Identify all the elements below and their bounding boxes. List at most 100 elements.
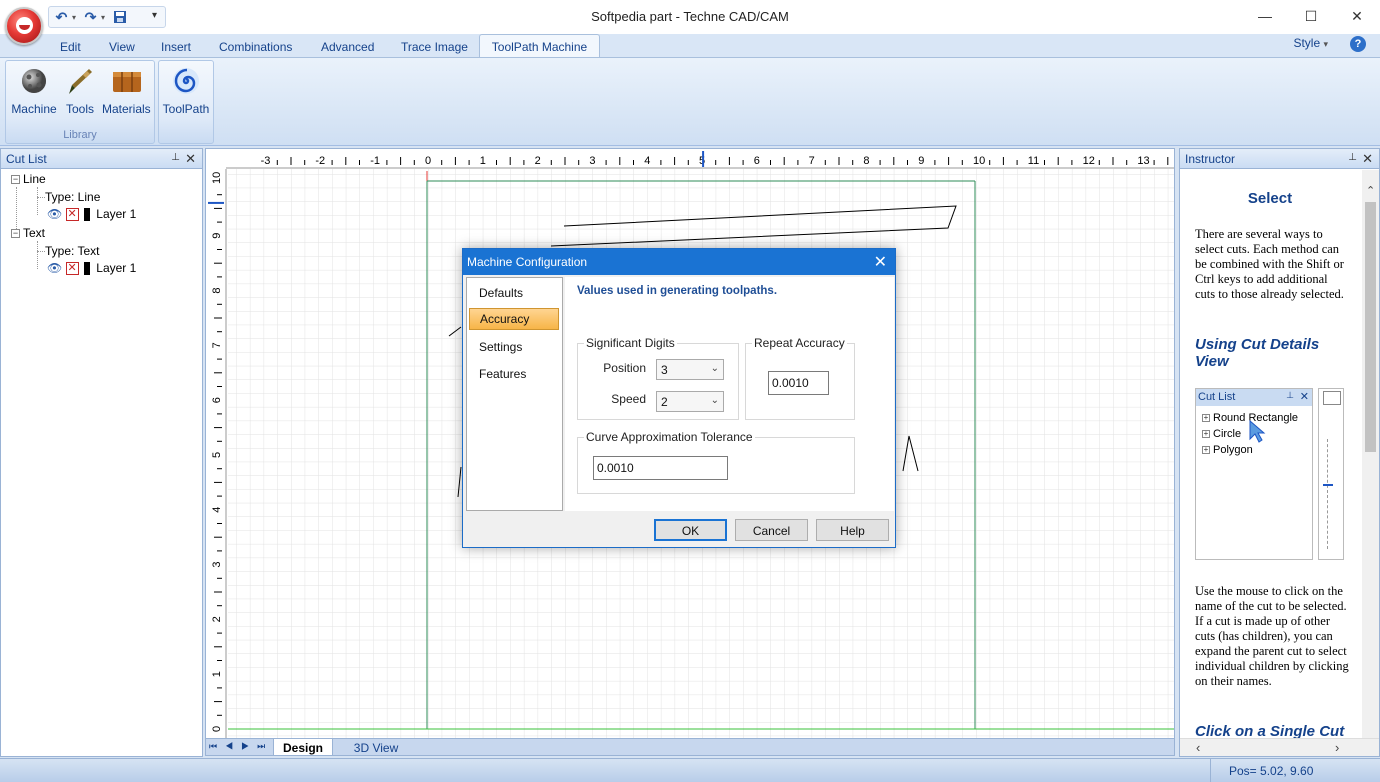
maximize-button[interactable]: ☐ bbox=[1288, 4, 1334, 28]
style-menu[interactable]: Style ▾ bbox=[1293, 36, 1328, 50]
tab-combinations[interactable]: Combinations bbox=[211, 38, 300, 58]
machine-button[interactable]: Machine bbox=[10, 64, 58, 120]
toolpath-button[interactable]: ToolPath bbox=[162, 64, 210, 120]
tree-item-text[interactable]: − Text bbox=[11, 226, 45, 240]
eye-icon[interactable]: 👁 bbox=[47, 261, 62, 275]
position-select[interactable]: 3 ⌄ bbox=[656, 359, 724, 380]
cut-list-panel: Cut List ⊥ ✕ − Line Type: Line 👁 ✕ Layer … bbox=[0, 148, 203, 757]
ok-button[interactable]: OK bbox=[654, 519, 727, 541]
tab-trace-image[interactable]: Trace Image bbox=[393, 38, 476, 58]
toolpath-label: ToolPath bbox=[162, 102, 210, 116]
ruler-tick-label: 6 bbox=[211, 397, 223, 403]
group-title: Curve Approximation Tolerance bbox=[584, 430, 755, 444]
scroll-right-icon[interactable]: › bbox=[1335, 740, 1339, 755]
ruler-tick-label: 7 bbox=[809, 155, 815, 167]
scroll-left-icon[interactable]: ‹ bbox=[1196, 740, 1200, 755]
instructor-hscrollbar[interactable]: ‹ › bbox=[1180, 738, 1379, 756]
prev-tab-icon[interactable]: ◀ bbox=[225, 741, 241, 751]
ruler-tick-label: 10 bbox=[973, 155, 985, 167]
help-button[interactable]: Help bbox=[816, 519, 889, 541]
ribbon-group-library: Machine Tools Materials Library bbox=[5, 60, 155, 144]
tree-item-layer[interactable]: 👁 ✕ Layer 1 bbox=[47, 207, 136, 222]
tab-insert[interactable]: Insert bbox=[153, 38, 199, 58]
ruler-tick-label: 0 bbox=[211, 726, 223, 732]
tab-nav-buttons[interactable]: ⏮◀▶⏭ bbox=[209, 741, 273, 752]
collapse-icon[interactable]: − bbox=[11, 229, 20, 239]
ruler-tick-label: 9 bbox=[211, 233, 223, 239]
tree-item-layer[interactable]: 👁 ✕ Layer 1 bbox=[47, 261, 136, 276]
pin-icon[interactable]: ⊥ bbox=[171, 152, 180, 163]
ruler-tick-label: 0 bbox=[425, 155, 431, 167]
instructor-scrollbar[interactable]: ⌃ bbox=[1362, 170, 1379, 738]
tree-item-line[interactable]: − Line bbox=[11, 172, 46, 186]
application-menu-button[interactable] bbox=[5, 7, 43, 45]
instructor-subheading: Using Cut Details View bbox=[1195, 336, 1320, 370]
repeat-accuracy-input[interactable]: 0.0010 bbox=[768, 371, 829, 395]
close-window-button[interactable]: ✕ bbox=[1334, 4, 1380, 28]
help-icon[interactable]: ? bbox=[1350, 36, 1366, 52]
tab-advanced[interactable]: Advanced bbox=[313, 38, 382, 58]
instructor-header: Instructor ⊥ ✕ bbox=[1180, 149, 1379, 169]
chevron-down-icon: ▾ bbox=[1323, 39, 1328, 49]
ribbon-group-toolpath: ToolPath bbox=[158, 60, 214, 144]
cut-list-title: Cut List bbox=[6, 152, 47, 166]
tree-item-label: Line bbox=[23, 172, 46, 186]
curve-tolerance-input[interactable]: 0.0010 bbox=[593, 456, 728, 480]
tab-design[interactable]: Design bbox=[273, 739, 333, 755]
app-logo-icon bbox=[16, 17, 33, 34]
speed-select[interactable]: 2 ⌄ bbox=[656, 391, 724, 412]
mini-list-item: + Polygon bbox=[1202, 444, 1253, 456]
last-tab-icon[interactable]: ⏭ bbox=[257, 741, 273, 751]
layer-color-swatch[interactable] bbox=[83, 208, 90, 222]
layer-color-swatch[interactable] bbox=[83, 262, 90, 276]
curve-tolerance-group: Curve Approximation Tolerance 0.0010 bbox=[577, 430, 855, 494]
pin-icon[interactable]: ⊥ bbox=[1348, 152, 1357, 163]
toggle-x-icon[interactable]: ✕ bbox=[65, 262, 79, 276]
tab-view[interactable]: View bbox=[101, 38, 143, 58]
close-icon[interactable]: ✕ bbox=[185, 151, 196, 167]
repeat-accuracy-group: Repeat Accuracy 0.0010 bbox=[745, 336, 855, 420]
ruler-tick-label: 4 bbox=[211, 507, 223, 513]
machine-label: Machine bbox=[11, 102, 57, 116]
next-tab-icon[interactable]: ▶ bbox=[241, 741, 257, 751]
speed-label: Speed bbox=[611, 392, 646, 406]
instructor-heading: Select bbox=[1247, 190, 1293, 207]
ruler-tick-label: 3 bbox=[589, 155, 595, 167]
first-tab-icon[interactable]: ⏮ bbox=[209, 741, 225, 751]
tools-button[interactable]: Tools bbox=[56, 64, 104, 120]
nav-defaults[interactable]: Defaults bbox=[469, 282, 559, 304]
minimize-button[interactable]: — bbox=[1242, 4, 1288, 28]
eye-icon[interactable]: 👁 bbox=[47, 207, 62, 221]
dialog-content: Values used in generating toolpaths. Sig… bbox=[565, 277, 894, 511]
close-icon[interactable]: ✕ bbox=[1362, 151, 1373, 167]
position-label: Position bbox=[603, 361, 646, 375]
tab-3d-view[interactable]: 3D View bbox=[341, 739, 411, 755]
toolpath-spiral-icon bbox=[171, 66, 201, 96]
ruler-tick-label: 2 bbox=[211, 616, 223, 622]
close-icon[interactable]: ✕ bbox=[874, 252, 887, 272]
nav-features[interactable]: Features bbox=[469, 363, 559, 385]
toggle-x-icon[interactable]: ✕ bbox=[65, 208, 79, 222]
materials-button[interactable]: Materials bbox=[102, 64, 151, 120]
ruler-tick-label: 12 bbox=[1083, 155, 1095, 167]
cancel-button[interactable]: Cancel bbox=[735, 519, 808, 541]
ruler-tick-label: 5 bbox=[699, 155, 705, 167]
scroll-thumb[interactable] bbox=[1365, 202, 1376, 452]
mouse-cursor-icon bbox=[1249, 419, 1266, 443]
ruler-tick-label: -1 bbox=[370, 155, 380, 167]
tree-item-type[interactable]: Type: Line bbox=[45, 190, 100, 204]
scroll-up-icon[interactable]: ⌃ bbox=[1366, 184, 1375, 197]
tab-edit[interactable]: Edit bbox=[52, 38, 89, 58]
tree-item-type[interactable]: Type: Text bbox=[45, 244, 99, 258]
ruler-tick-label: 1 bbox=[211, 671, 223, 677]
chevron-down-icon: ⌄ bbox=[710, 395, 719, 406]
instructor-title: Instructor bbox=[1185, 152, 1236, 166]
ruler-tick-label: 10 bbox=[211, 172, 223, 184]
ruler-tick-label: 8 bbox=[211, 287, 223, 293]
collapse-icon[interactable]: − bbox=[11, 175, 20, 185]
nav-settings[interactable]: Settings bbox=[469, 336, 559, 358]
ruler-tick-label: 2 bbox=[535, 155, 541, 167]
nav-accuracy[interactable]: Accuracy bbox=[469, 308, 559, 330]
tab-toolpath-machine[interactable]: ToolPath Machine bbox=[479, 34, 600, 58]
ribbon-tab-bar: Edit View Insert Combinations Advanced T… bbox=[0, 34, 1380, 58]
